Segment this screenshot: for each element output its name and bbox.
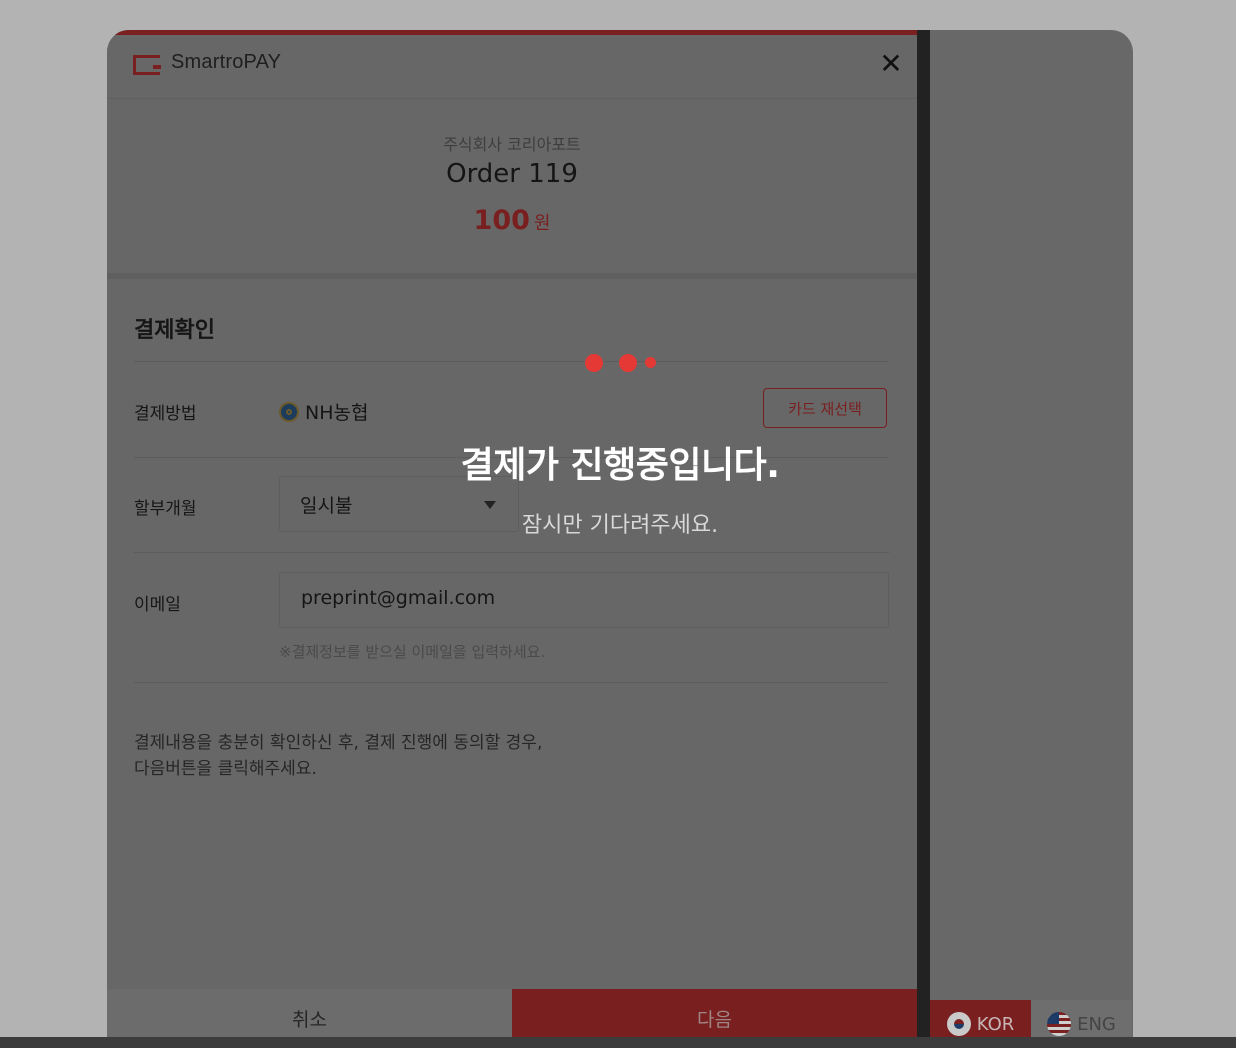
us-flag-icon <box>1047 1012 1072 1036</box>
payment-method-value: NH농협 <box>279 398 368 425</box>
payment-method-label: 결제방법 <box>134 404 197 424</box>
order-summary: 주식회사 코리아포트 Order 119 100 원 <box>107 99 917 273</box>
panel-divider <box>917 30 930 1048</box>
bottom-bar <box>0 1037 1236 1048</box>
consent-notice-line1: 결제내용을 충분히 확인하신 후, 결제 진행에 동의할 경우, <box>134 733 543 753</box>
order-title: Order 119 <box>446 159 578 189</box>
email-label: 이메일 <box>134 595 181 615</box>
payment-panel: SmartroPAY ✕ 주식회사 코리아포트 Order 119 100 원 결… <box>107 30 917 1048</box>
divider <box>134 457 889 458</box>
section-title: 결제확인 <box>134 318 215 343</box>
chevron-down-icon <box>484 501 496 509</box>
language-kor-label: KOR <box>976 1013 1015 1035</box>
divider <box>134 361 889 362</box>
consent-notice-line2: 다음버튼을 클릭해주세요. <box>134 759 317 779</box>
amount-currency: 원 <box>533 213 551 234</box>
consent-notice: 결제내용을 충분히 확인하신 후, 결제 진행에 동의할 경우, 다음버튼을 클… <box>134 730 542 782</box>
smartro-logo: SmartroPAY <box>133 51 282 75</box>
email-field[interactable]: preprint@gmail.com <box>279 572 889 628</box>
payment-modal: SmartroPAY ✕ 주식회사 코리아포트 Order 119 100 원 결… <box>107 30 1133 1048</box>
language-eng-label: ENG <box>1077 1013 1116 1035</box>
merchant-name: 주식회사 코리아포트 <box>443 135 581 154</box>
logo-text: SmartroPAY <box>171 51 282 73</box>
smartro-logo-icon <box>133 53 163 75</box>
korea-flag-icon <box>946 1012 971 1036</box>
installment-selected-value: 일시불 <box>300 495 353 517</box>
divider <box>134 552 889 553</box>
nh-bank-icon <box>279 401 299 422</box>
section-separator <box>107 273 917 279</box>
modal-header: SmartroPAY ✕ <box>107 30 917 99</box>
amount-value: 100 <box>473 205 530 236</box>
payment-method-name: NH농협 <box>305 402 369 424</box>
close-icon[interactable]: ✕ <box>877 50 905 78</box>
installment-select[interactable]: 일시불 <box>279 476 519 532</box>
divider <box>134 682 889 683</box>
installment-label: 할부개월 <box>134 499 197 519</box>
card-reselect-button[interactable]: 카드 재선택 <box>763 388 887 428</box>
order-amount: 100 원 <box>107 205 917 236</box>
email-hint: ※결제정보를 받으실 이메일을 입력하세요. <box>279 643 546 661</box>
